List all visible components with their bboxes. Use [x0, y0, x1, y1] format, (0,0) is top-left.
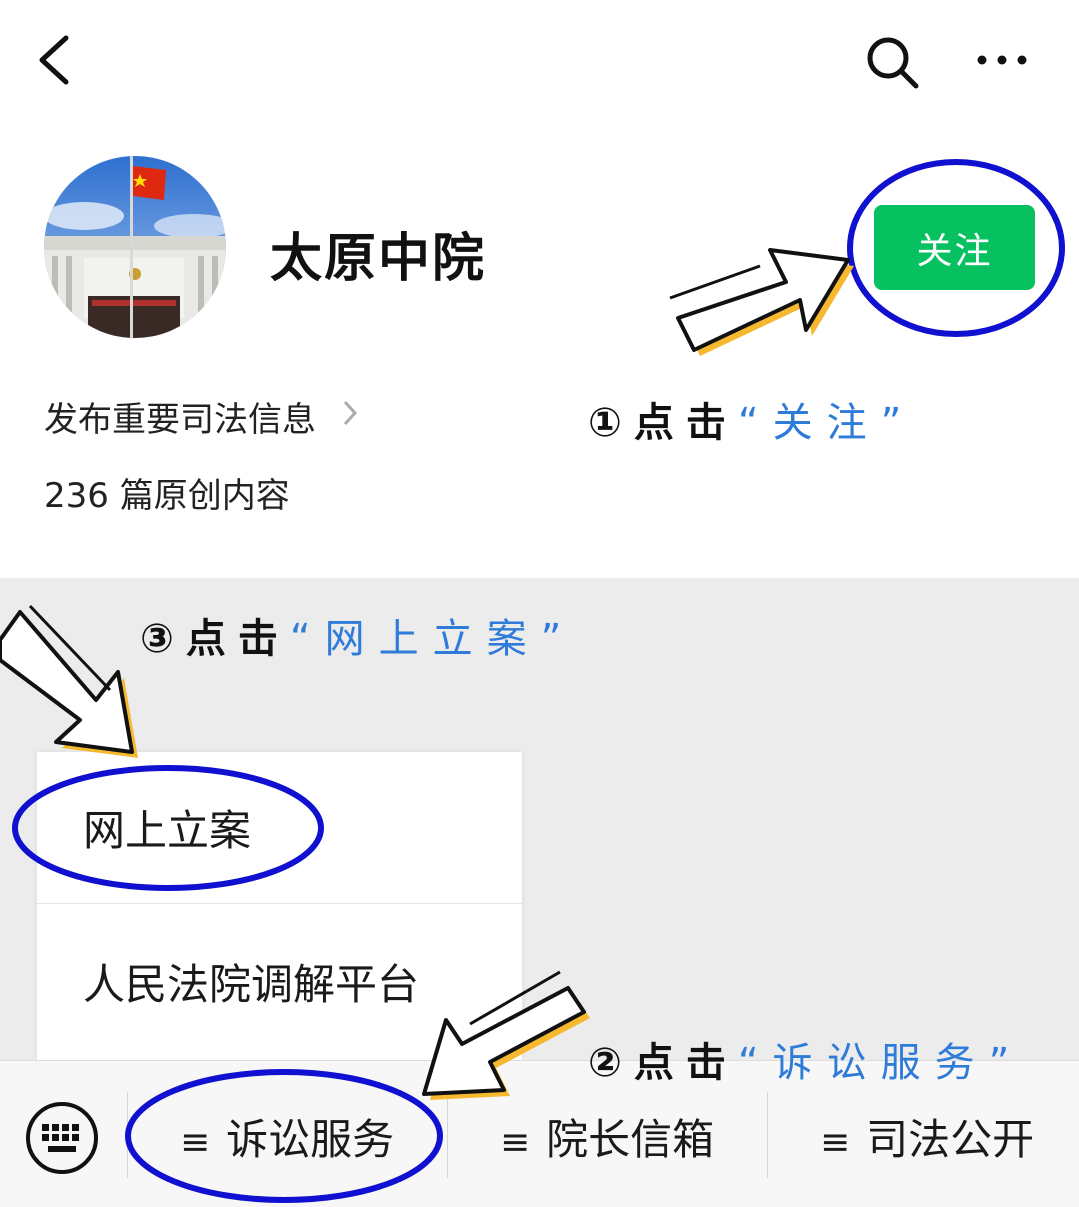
- submenu-item-online-filing[interactable]: 网上立案: [37, 752, 522, 904]
- menu-item-judicial-openness[interactable]: ≡ 司法公开: [820, 1106, 1034, 1167]
- annotation-step-1: ①点击“关注”: [588, 400, 916, 446]
- menu-divider: [127, 1092, 128, 1178]
- account-name: 太原中院: [270, 229, 487, 289]
- account-description-row[interactable]: 发布重要司法信息: [44, 392, 360, 441]
- menu-divider: [447, 1092, 448, 1178]
- back-icon[interactable]: [30, 30, 80, 90]
- service-submenu: 网上立案 人民法院调解平台: [37, 752, 522, 1060]
- menu-item-label: 诉讼服务: [226, 1115, 395, 1164]
- menu-item-label: 院长信箱: [546, 1115, 715, 1164]
- chevron-right-icon: [340, 397, 360, 437]
- menu-item-label: 司法公开: [866, 1115, 1035, 1164]
- article-count: 236 篇原创内容: [44, 476, 290, 516]
- menu-lines-icon: ≡: [820, 1122, 851, 1163]
- arrow-icon: [669, 248, 854, 356]
- menu-divider: [767, 1092, 768, 1178]
- menu-item-litigation-service[interactable]: ≡ 诉讼服务: [180, 1106, 394, 1167]
- search-icon[interactable]: [862, 32, 922, 92]
- annotation-step-2: ②点击“诉讼服务”: [588, 1040, 1024, 1086]
- account-description: 发布重要司法信息: [44, 400, 316, 440]
- menu-lines-icon: ≡: [180, 1122, 211, 1163]
- menu-item-president-mailbox[interactable]: ≡ 院长信箱: [500, 1106, 714, 1167]
- menu-lines-icon: ≡: [500, 1122, 531, 1163]
- submenu-item-mediation-platform[interactable]: 人民法院调解平台: [37, 905, 522, 1057]
- avatar[interactable]: [44, 156, 226, 338]
- annotation-step-3: ③点击“网上立案”: [140, 616, 576, 662]
- keyboard-icon[interactable]: [24, 1100, 100, 1176]
- more-dots-icon[interactable]: [972, 48, 1032, 72]
- follow-button[interactable]: 关注: [874, 205, 1035, 290]
